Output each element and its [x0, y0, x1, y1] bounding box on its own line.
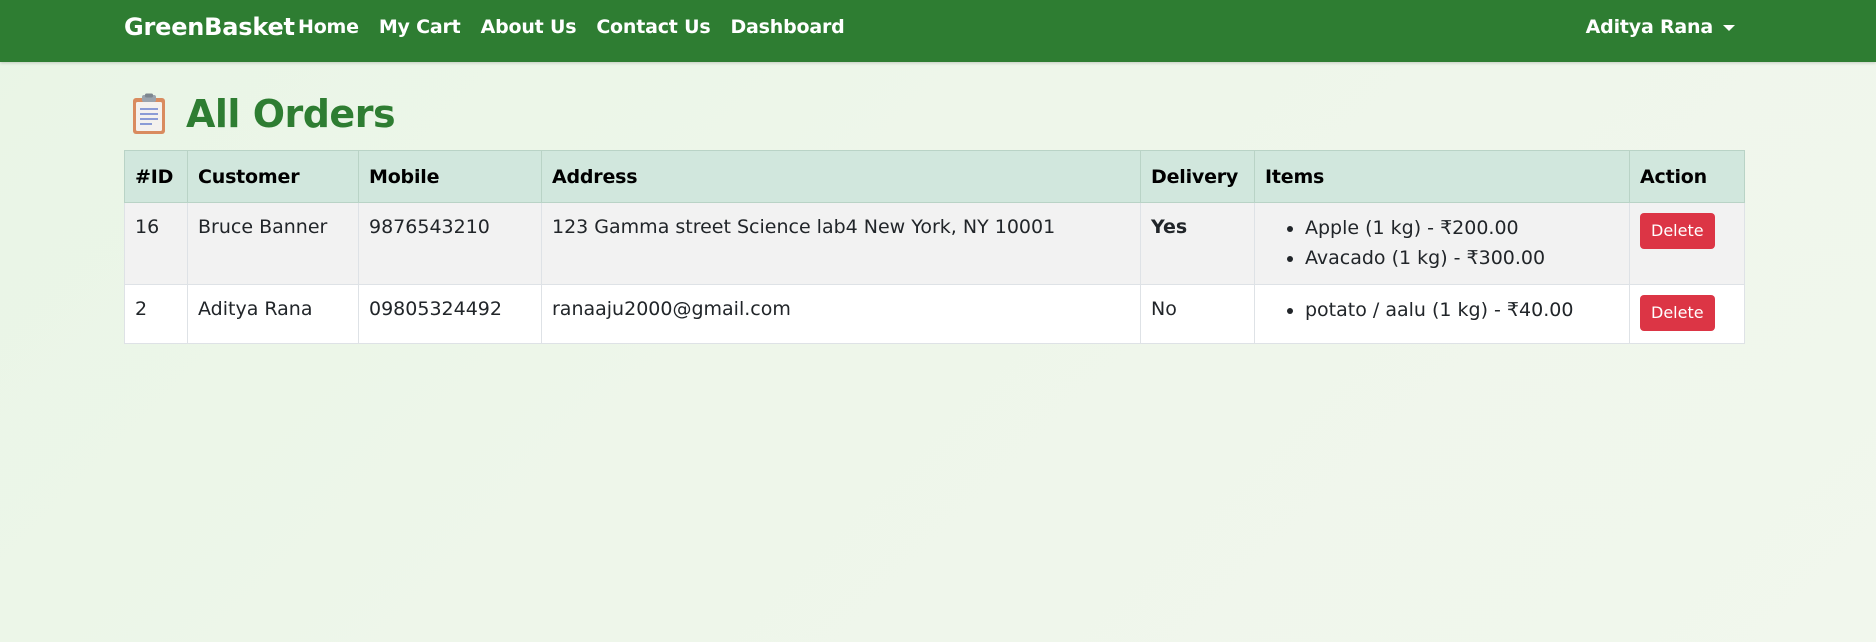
- column-header-id: #ID: [124, 150, 188, 203]
- orders-table: #ID Customer Mobile Address Delivery Ite…: [124, 150, 1745, 344]
- items-list: potato / aalu (1 kg) - ₹40.00: [1265, 295, 1619, 325]
- list-item: potato / aalu (1 kg) - ₹40.00: [1305, 295, 1619, 325]
- nav-links: Home My Cart About Us Contact Us Dashboa…: [298, 16, 845, 38]
- delivery-status: Yes: [1140, 202, 1255, 285]
- column-header-mobile: Mobile: [358, 150, 542, 203]
- nav-link-about-us[interactable]: About Us: [481, 16, 577, 38]
- mobile-number: 09805324492: [358, 284, 542, 344]
- page-title: All Orders: [186, 92, 396, 136]
- table-header-row: #ID Customer Mobile Address Delivery Ite…: [124, 150, 1745, 203]
- clipboard-icon: [133, 93, 165, 134]
- user-menu-dropdown[interactable]: Aditya Rana: [1586, 16, 1735, 38]
- delete-button[interactable]: Delete: [1640, 213, 1715, 249]
- mobile-number: 9876543210: [358, 202, 542, 285]
- customer-name: Bruce Banner: [187, 202, 359, 285]
- items-cell: potato / aalu (1 kg) - ₹40.00: [1254, 284, 1630, 344]
- items-cell: Apple (1 kg) - ₹200.00 Avacado (1 kg) - …: [1254, 202, 1630, 285]
- order-id: 2: [124, 284, 188, 344]
- nav-link-my-cart[interactable]: My Cart: [379, 16, 461, 38]
- user-name: Aditya Rana: [1585, 16, 1714, 38]
- items-list: Apple (1 kg) - ₹200.00 Avacado (1 kg) - …: [1265, 213, 1619, 273]
- order-id: 16: [124, 202, 188, 285]
- customer-name: Aditya Rana: [187, 284, 359, 344]
- column-header-address: Address: [541, 150, 1141, 203]
- action-cell: Delete: [1629, 284, 1745, 344]
- column-header-action: Action: [1629, 150, 1745, 203]
- column-header-customer: Customer: [187, 150, 359, 203]
- address: ranaaju2000@gmail.com: [541, 284, 1141, 344]
- nav-link-home[interactable]: Home: [298, 16, 359, 38]
- table-row: 2 Aditya Rana 09805324492 ranaaju2000@gm…: [124, 284, 1745, 344]
- action-cell: Delete: [1629, 202, 1745, 285]
- navbar: GreenBasket Home My Cart About Us Contac…: [0, 0, 1876, 62]
- list-item: Apple (1 kg) - ₹200.00: [1305, 213, 1619, 243]
- nav-link-dashboard[interactable]: Dashboard: [730, 16, 844, 38]
- delete-button[interactable]: Delete: [1640, 295, 1715, 331]
- table-row: 16 Bruce Banner 9876543210 123 Gamma str…: [124, 202, 1745, 285]
- column-header-delivery: Delivery: [1140, 150, 1255, 203]
- column-header-items: Items: [1254, 150, 1630, 203]
- brand-logo[interactable]: GreenBasket: [124, 14, 295, 40]
- caret-down-icon: [1723, 25, 1735, 31]
- delivery-status: No: [1140, 284, 1255, 344]
- nav-link-contact-us[interactable]: Contact Us: [596, 16, 710, 38]
- address: 123 Gamma street Science lab4 New York, …: [541, 202, 1141, 285]
- page-heading: All Orders: [130, 92, 396, 136]
- list-item: Avacado (1 kg) - ₹300.00: [1305, 243, 1619, 273]
